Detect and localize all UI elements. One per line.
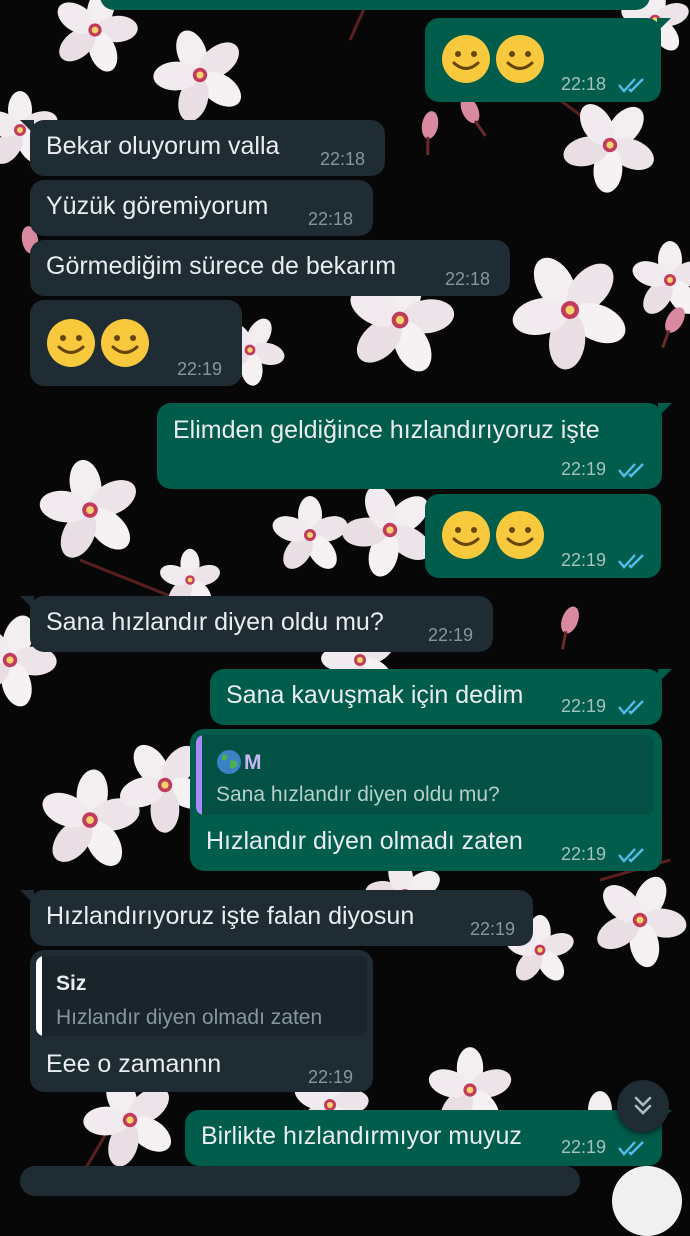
quote-text: Sana hızlandır diyen oldu mu? <box>216 783 500 806</box>
message-bubble-outgoing[interactable]: Elimden geldiğince hızlandırıyoruz işte … <box>157 403 672 489</box>
message-text: Hızlandır diyen olmadı zaten <box>206 827 523 855</box>
message-bubble-incoming[interactable]: Bekar oluyorum valla 22:18 <box>20 120 385 176</box>
smiling-face-emoji-icon <box>101 319 149 367</box>
message-text: Elimden geldiğince hızlandırıyoruz işte <box>173 416 600 444</box>
read-double-check-icon <box>618 1141 644 1156</box>
bubble-tail <box>657 18 671 32</box>
smiling-face-emoji-icon <box>496 511 544 559</box>
scroll-to-bottom-button[interactable] <box>617 1080 669 1132</box>
message-bubble-incoming-reply[interactable]: Siz Hızlandır diyen olmadı zaten Eee o z… <box>30 950 373 1092</box>
message-time: 22:19 <box>561 844 607 864</box>
bubble-tail <box>658 669 672 683</box>
quote-text: Hızlandır diyen olmadı zaten <box>56 1006 323 1029</box>
message-time: 22:18 <box>308 209 354 229</box>
message-text: Yüzük göremiyorum <box>46 192 269 220</box>
quote-bar <box>36 956 42 1036</box>
message-time: 22:19 <box>561 696 607 716</box>
read-double-check-icon <box>618 700 644 715</box>
message-time: 22:19 <box>470 919 516 939</box>
quote-author: Siz <box>56 972 87 995</box>
quoted-message[interactable]: M Sana hızlandır diyen oldu mu? <box>196 735 654 815</box>
message-text: Bekar oluyorum valla <box>46 132 280 160</box>
smiling-face-emoji-icon <box>47 319 95 367</box>
message-time: 22:19 <box>561 459 607 479</box>
bubble-tail <box>658 403 672 417</box>
read-double-check-icon <box>618 78 644 93</box>
message-time: 22:19 <box>177 359 223 379</box>
message-time: 22:19 <box>561 1137 607 1157</box>
quote-author: M <box>244 751 262 774</box>
message-bubble-incoming[interactable]: 22:19 <box>30 300 242 386</box>
message-text: Hızlandırıyoruz işte falan diyosun <box>46 902 415 930</box>
message-time: 22:18 <box>320 149 366 169</box>
bubble-tail <box>20 890 34 904</box>
bubble-tail <box>20 596 34 610</box>
message-text: Eee o zamannn <box>46 1050 222 1078</box>
read-double-check-icon <box>618 554 644 569</box>
message-bubble-incoming[interactable]: Sana hızlandır diyen oldu mu? 22:19 <box>20 596 493 652</box>
smiling-face-emoji-icon <box>442 35 490 83</box>
message-bubble-incoming[interactable]: Görmediğim sürece de bekarım 22:18 <box>30 240 510 296</box>
message-bubble-incoming[interactable]: Hızlandırıyoruz işte falan diyosun 22:19 <box>20 890 533 946</box>
message-text: Sana kavuşmak için dedim <box>226 681 524 709</box>
message-time: 22:19 <box>561 550 607 570</box>
message-bubble-incoming[interactable]: Yüzük göremiyorum 22:18 <box>30 180 373 236</box>
message-bubble-outgoing[interactable]: 22:18 <box>425 18 671 102</box>
message-composer[interactable] <box>20 1166 580 1196</box>
message-bubble-outgoing[interactable]: Birlikte hızlandırmıyor muyuz 22:19 <box>185 1110 672 1166</box>
globe-emoji-icon <box>217 750 241 774</box>
read-double-check-icon <box>618 848 644 863</box>
message-text: Sana hızlandır diyen oldu mu? <box>46 608 384 636</box>
message-time: 22:18 <box>445 269 491 289</box>
message-text: Görmediğim sürece de bekarım <box>46 252 397 280</box>
message-bubble-outgoing-reply[interactable]: M Sana hızlandır diyen oldu mu? Hızlandı… <box>190 729 662 871</box>
message-time: 22:18 <box>561 74 607 94</box>
message-time: 22:19 <box>308 1067 354 1087</box>
read-double-check-icon <box>618 463 644 478</box>
double-chevron-down-icon <box>634 1096 652 1115</box>
message-time: 22:19 <box>428 625 474 645</box>
mic-button[interactable] <box>612 1166 682 1236</box>
quote-bar <box>196 735 202 815</box>
smiling-face-emoji-icon <box>442 511 490 559</box>
smiling-face-emoji-icon <box>496 35 544 83</box>
bubble-tail <box>20 120 34 134</box>
message-bubble-partial[interactable] <box>100 0 650 10</box>
quoted-message[interactable]: Siz Hızlandır diyen olmadı zaten <box>36 956 367 1036</box>
message-bubble-outgoing[interactable]: Sana kavuşmak için dedim 22:19 <box>210 669 672 725</box>
message-bubble-outgoing[interactable]: 22:19 <box>425 494 661 578</box>
message-text: Birlikte hızlandırmıyor muyuz <box>201 1122 522 1150</box>
